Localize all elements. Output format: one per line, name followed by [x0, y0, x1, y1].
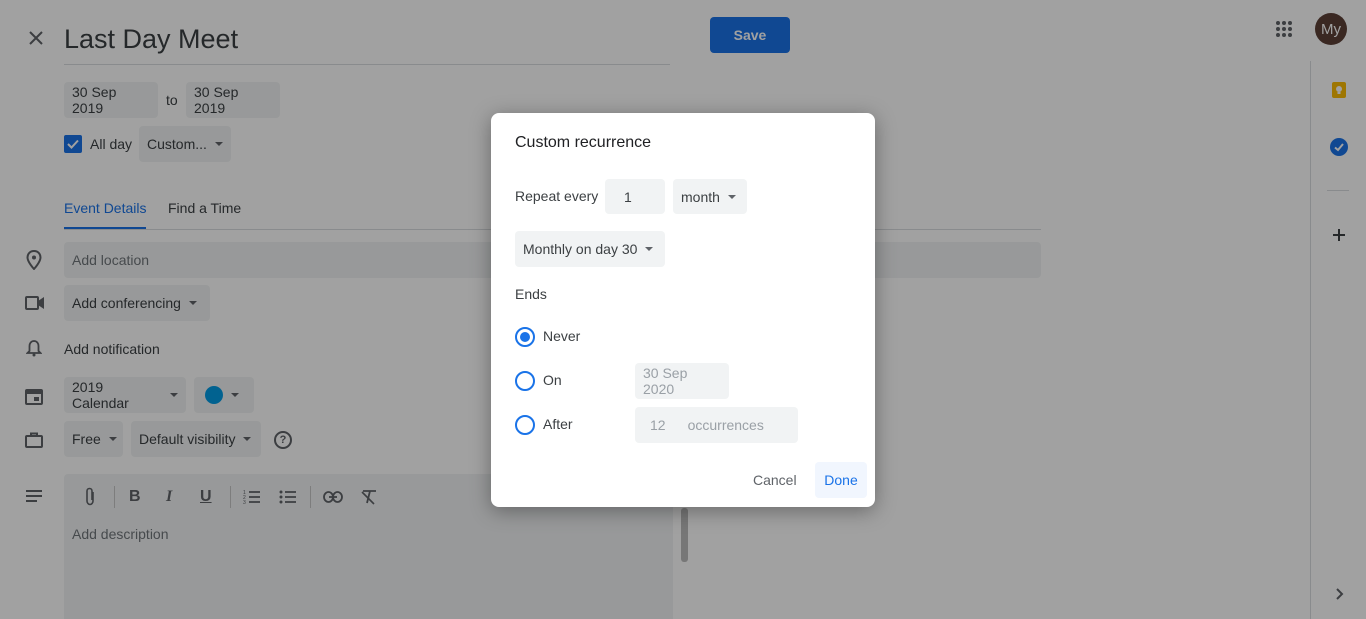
ends-label: Ends	[515, 286, 547, 302]
repeat-count-input[interactable]: 1	[605, 179, 665, 214]
dialog-title: Custom recurrence	[515, 134, 652, 151]
repeat-every-label: Repeat every	[515, 188, 599, 204]
caret-down-icon	[727, 194, 736, 199]
repeat-unit-value: month	[681, 188, 720, 205]
never-label[interactable]: Never	[543, 328, 580, 344]
end-date-value: 30 Sep 2020	[643, 365, 688, 397]
after-radio[interactable]	[515, 415, 535, 435]
monthly-option-dropdown[interactable]: Monthly on day 30	[515, 231, 665, 267]
occurrences-suffix: occurrences	[687, 417, 764, 433]
on-label[interactable]: On	[543, 372, 562, 388]
cancel-button[interactable]: Cancel	[753, 472, 797, 488]
on-radio[interactable]	[515, 371, 535, 391]
done-button-label: Done	[824, 472, 858, 488]
end-date-input[interactable]: 30 Sep 2020	[635, 363, 729, 399]
occurrences-input[interactable]: 12 occurrences	[635, 407, 798, 443]
monthly-option-value: Monthly on day 30	[523, 241, 638, 257]
repeat-count-value: 1	[624, 188, 632, 205]
repeat-unit-dropdown[interactable]: month	[673, 179, 747, 214]
radio-selected-dot	[520, 332, 530, 342]
never-radio[interactable]	[515, 327, 535, 347]
caret-down-icon	[645, 247, 654, 251]
done-button[interactable]: Done	[815, 462, 867, 498]
after-label[interactable]: After	[543, 416, 573, 432]
occurrences-count: 12	[650, 417, 666, 433]
custom-recurrence-dialog: Custom recurrence Repeat every 1 month M…	[491, 113, 875, 507]
